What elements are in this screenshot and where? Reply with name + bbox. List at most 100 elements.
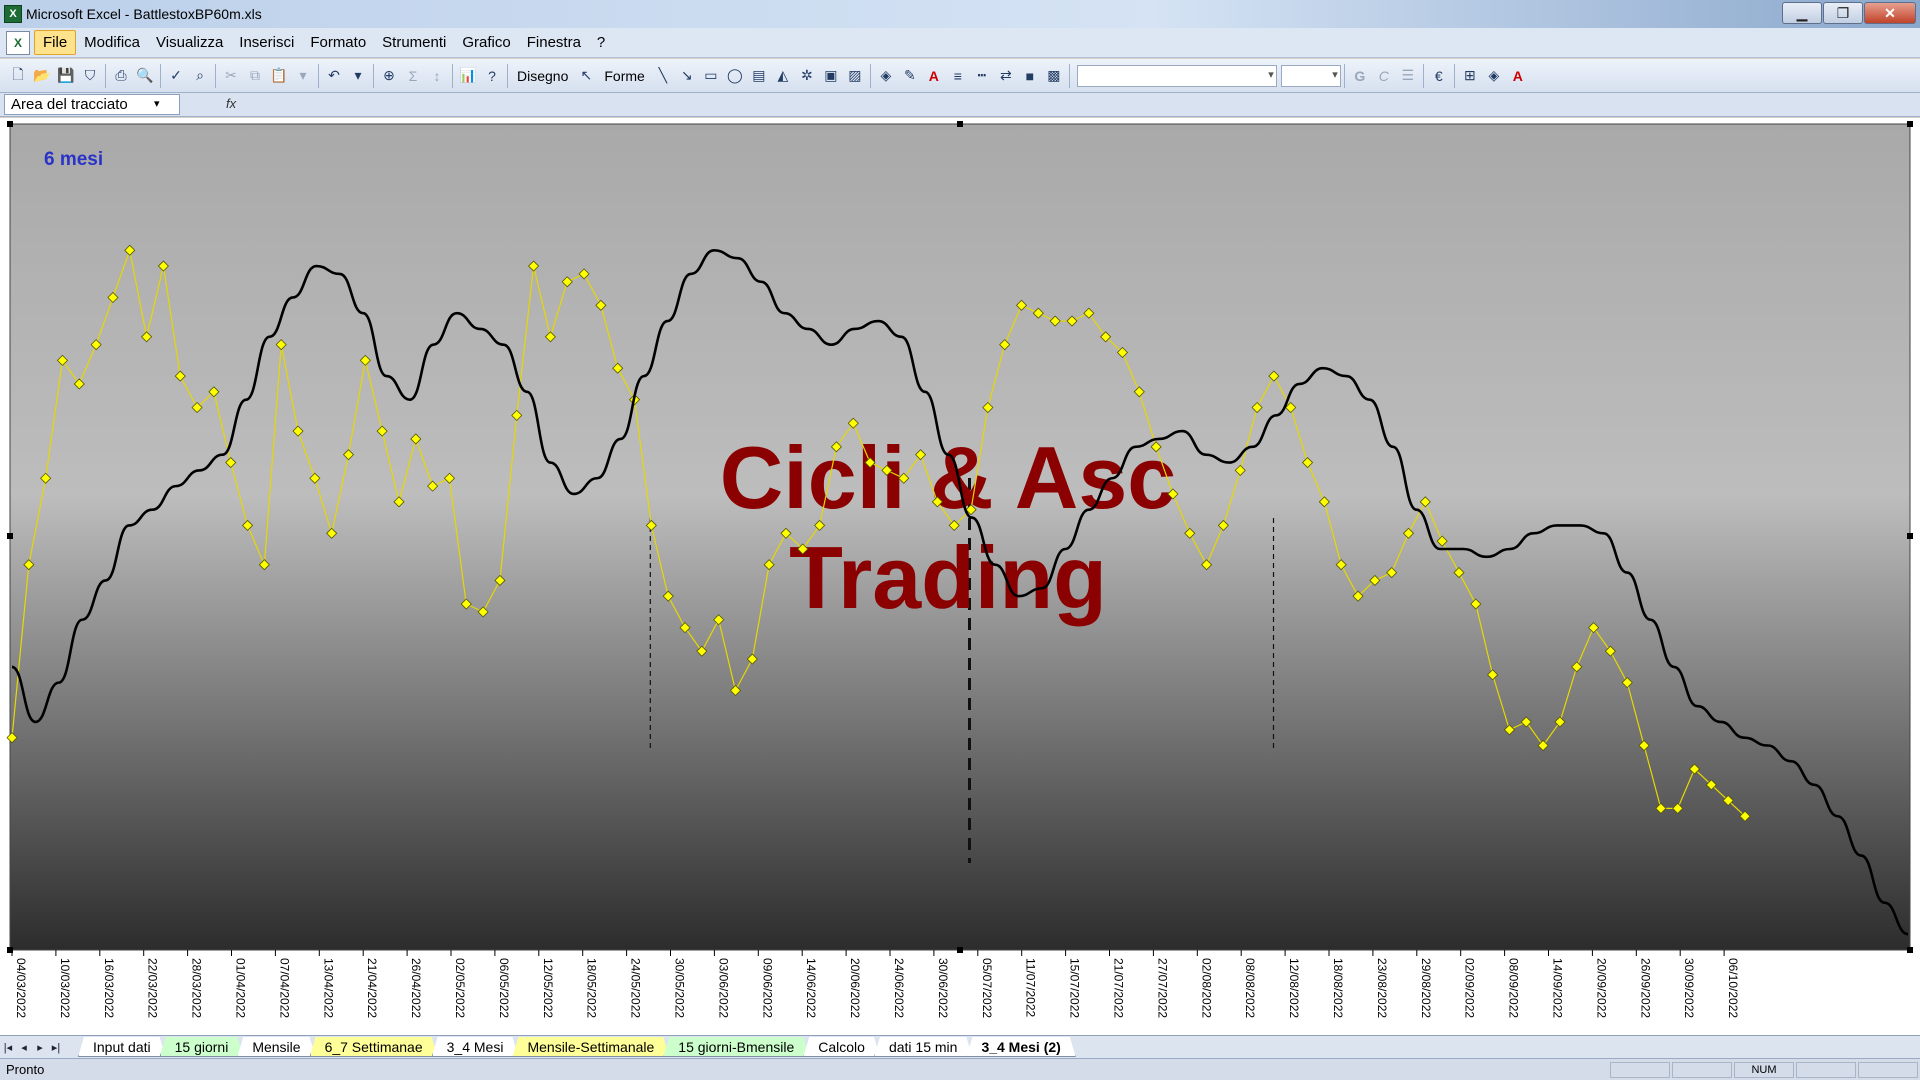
3d-icon[interactable]: ▩ [1042, 64, 1066, 88]
fill-icon[interactable]: ◈ [1482, 64, 1506, 88]
borders-icon[interactable]: ⊞ [1458, 64, 1482, 88]
sheet-tab[interactable]: 15 giorni [160, 1037, 244, 1057]
spelling-icon[interactable]: ✓ [164, 64, 188, 88]
menu-file[interactable]: File [34, 30, 77, 55]
handle[interactable] [7, 121, 13, 127]
sheet-tab-active[interactable]: 3_4 Mesi (2) [966, 1037, 1075, 1057]
sheet-tab[interactable]: Mensile [237, 1037, 315, 1057]
menu-help[interactable]: ? [589, 31, 613, 54]
sheet-tab[interactable]: Calcolo [803, 1037, 880, 1057]
arrow-style-icon[interactable]: ⇄ [994, 64, 1018, 88]
sheet-tab[interactable]: 15 giorni-Bmensile [663, 1037, 809, 1057]
textbox-icon[interactable]: ▤ [747, 64, 771, 88]
x-tick-label: 16/03/2022 [102, 958, 116, 1018]
menu-bar: X File Modifica Visualizza Inserisci For… [0, 28, 1920, 82]
menu-grafico[interactable]: Grafico [454, 31, 518, 54]
separator [1068, 63, 1070, 88]
line-color-icon[interactable]: ✎ [898, 64, 922, 88]
shadow-icon[interactable]: ■ [1018, 64, 1042, 88]
rectangle-icon[interactable]: ▭ [699, 64, 723, 88]
menu-formato[interactable]: Formato [302, 31, 374, 54]
menu-visualizza[interactable]: Visualizza [148, 31, 231, 54]
chart-annotation: 6 mesi [44, 149, 103, 170]
help-icon[interactable]: ? [480, 64, 504, 88]
menu-finestra[interactable]: Finestra [519, 31, 589, 54]
clipart-icon[interactable]: ▣ [819, 64, 843, 88]
line-style-icon[interactable]: ≡ [946, 64, 970, 88]
handle[interactable] [1907, 121, 1913, 127]
diagram-icon[interactable]: ✲ [795, 64, 819, 88]
paste-icon[interactable]: 📋 [267, 64, 291, 88]
handle[interactable] [7, 947, 13, 953]
autosum-icon[interactable]: Σ [401, 64, 425, 88]
sort-icon[interactable]: ↕ [425, 64, 449, 88]
fx-icon[interactable]: fx [226, 96, 236, 111]
font-size-combo[interactable] [1280, 64, 1341, 87]
select-objects-icon[interactable]: ↖ [574, 64, 598, 88]
arrow-icon[interactable]: ↘ [675, 64, 699, 88]
handle[interactable] [957, 947, 963, 953]
x-tick-label: 21/04/2022 [365, 958, 379, 1018]
permission-icon[interactable]: ⛉ [78, 64, 102, 88]
undo-icon[interactable]: ↶ [322, 64, 346, 88]
chart-wizard-icon[interactable]: 📊 [456, 64, 480, 88]
menu-strumenti[interactable]: Strumenti [374, 31, 454, 54]
separator [452, 63, 453, 88]
sheet-tab[interactable]: Mensile-Settimanale [512, 1037, 669, 1057]
line-icon[interactable]: ╲ [651, 64, 675, 88]
format-painter-icon[interactable]: ▾ [291, 64, 315, 88]
font-name-combo[interactable] [1076, 64, 1277, 87]
bold-icon[interactable]: G [1348, 64, 1372, 88]
minimize-button[interactable]: ▁ [1782, 2, 1822, 24]
font-color2-icon[interactable]: A [1506, 64, 1530, 88]
fill-color-icon[interactable]: ◈ [874, 64, 898, 88]
last-sheet-icon[interactable]: ▸| [48, 1038, 64, 1056]
first-sheet-icon[interactable]: |◂ [0, 1038, 16, 1056]
sheet-tab[interactable]: 3_4 Mesi [432, 1037, 519, 1057]
x-tick-label: 18/08/2022 [1331, 958, 1345, 1018]
menu-modifica[interactable]: Modifica [76, 31, 148, 54]
handle[interactable] [957, 121, 963, 127]
undo-dropdown-icon[interactable]: ▾ [346, 64, 370, 88]
sheet-tab[interactable]: dati 15 min [874, 1037, 972, 1057]
workbook-icon[interactable]: X [6, 30, 30, 55]
picture-icon[interactable]: ▨ [843, 64, 867, 88]
save-icon[interactable]: 💾 [54, 64, 78, 88]
prev-sheet-icon[interactable]: ◂ [16, 1038, 32, 1056]
forme-menu[interactable]: Forme [598, 68, 650, 84]
print-icon[interactable]: ⎙ [109, 64, 133, 88]
x-tick-label: 26/04/2022 [409, 958, 423, 1018]
new-icon[interactable]: 🗋 [6, 64, 30, 88]
handle[interactable] [1907, 947, 1913, 953]
align-icon[interactable]: ☰ [1396, 64, 1420, 88]
cut-icon[interactable]: ✂ [219, 64, 243, 88]
chart-area[interactable]: Cicli & Asc Trading 04/03/2022 10/03/2022 1… [0, 118, 1920, 1040]
next-sheet-icon[interactable]: ▸ [32, 1038, 48, 1056]
font-color-icon[interactable]: A [922, 64, 946, 88]
x-tick-label: 08/08/2022 [1243, 958, 1257, 1018]
close-button[interactable]: ✕ [1864, 2, 1916, 24]
x-tick-label: 24/06/2022 [892, 958, 906, 1018]
open-icon[interactable]: 📂 [30, 64, 54, 88]
print-preview-icon[interactable]: 🔍 [133, 64, 157, 88]
handle[interactable] [1907, 533, 1913, 539]
sheet-tab[interactable]: 6_7 Settimanae [310, 1037, 438, 1057]
status-bar: Pronto NUM [0, 1058, 1920, 1080]
sheet-tab[interactable]: Input dati [78, 1037, 166, 1057]
hyperlink-icon[interactable]: ⊕ [377, 64, 401, 88]
copy-icon[interactable]: ⧉ [243, 64, 267, 88]
name-box-dropdown-icon[interactable]: ▾ [154, 97, 160, 110]
dash-style-icon[interactable]: ┅ [970, 64, 994, 88]
currency-icon[interactable]: € [1427, 64, 1451, 88]
italic-icon[interactable]: C [1372, 64, 1396, 88]
research-icon[interactable]: ⌕ [188, 64, 212, 88]
menu-inserisci[interactable]: Inserisci [231, 31, 302, 54]
handle[interactable] [7, 533, 13, 539]
oval-icon[interactable]: ◯ [723, 64, 747, 88]
separator [869, 63, 871, 88]
disegno-menu[interactable]: Disegno [511, 68, 574, 84]
wordart-icon[interactable]: ◭ [771, 64, 795, 88]
status-cell [1672, 1061, 1732, 1078]
restore-button[interactable]: ❐ [1823, 2, 1863, 24]
chart[interactable]: Cicli & AscTrading 04/03/2022 10/03/2022 1… [0, 118, 1920, 1040]
